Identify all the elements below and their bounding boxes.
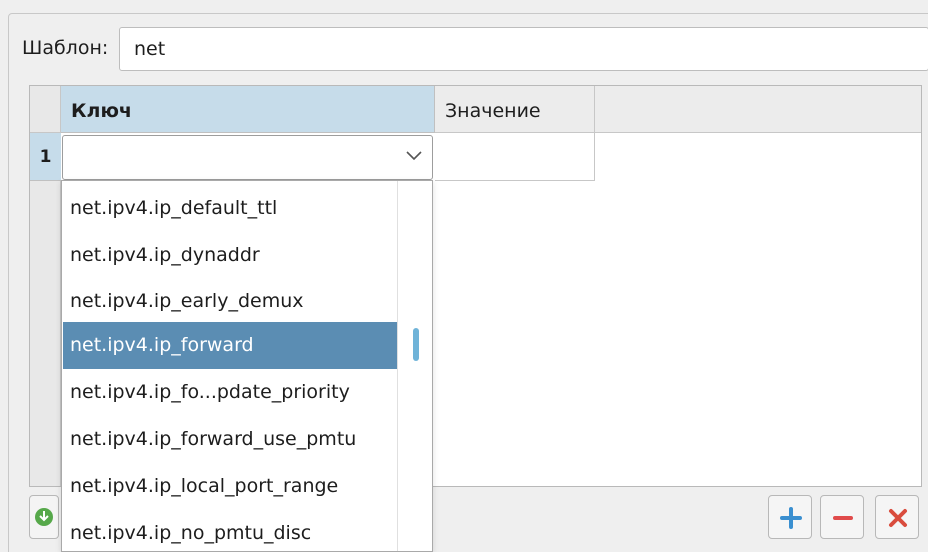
column-header-value[interactable]: Значение: [435, 86, 595, 133]
delete-button[interactable]: [875, 495, 919, 539]
plus-icon: [780, 507, 802, 529]
key-combobox[interactable]: [62, 135, 433, 180]
dropdown-item[interactable]: net.ipv4.ip_fo...pdate_priority: [63, 369, 397, 416]
download-icon: [35, 508, 53, 526]
dropdown-scrollbar[interactable]: [397, 181, 432, 551]
template-input[interactable]: net: [119, 27, 928, 71]
add-button[interactable]: [768, 495, 812, 539]
row-number[interactable]: 1: [30, 133, 61, 181]
chevron-down-icon[interactable]: [405, 147, 423, 165]
table-corner: [30, 86, 61, 133]
remove-button[interactable]: [820, 495, 864, 539]
dropdown-item[interactable]: net.ipv4.ip_no_pmtu_disc: [63, 510, 397, 551]
dropdown-item[interactable]: net.ipv4.ip_dynaddr: [63, 232, 397, 279]
dropdown-item[interactable]: net.ipv4.ip_local_port_range: [63, 463, 397, 510]
dropdown-item[interactable]: net.ipv4.ip_early_demux: [63, 278, 397, 325]
column-header-key[interactable]: Ключ: [61, 86, 435, 133]
template-label: Шаблон:: [22, 37, 109, 59]
dropdown-item[interactable]: net.ipv4.ip_default_ttl: [63, 185, 397, 232]
download-button[interactable]: [29, 495, 59, 539]
key-dropdown-list[interactable]: net.ipv4.ip_default_ttl net.ipv4.ip_dyna…: [61, 180, 433, 552]
header-filler: [595, 86, 921, 133]
minus-icon: [833, 516, 853, 520]
x-icon: [889, 509, 907, 527]
dropdown-item-selected[interactable]: net.ipv4.ip_forward: [63, 322, 397, 369]
scrollbar-thumb[interactable]: [413, 328, 419, 361]
value-cell[interactable]: [435, 133, 595, 181]
dropdown-item[interactable]: net.ipv4.ip_forward_use_pmtu: [63, 416, 397, 463]
row-number-column: [30, 133, 61, 486]
